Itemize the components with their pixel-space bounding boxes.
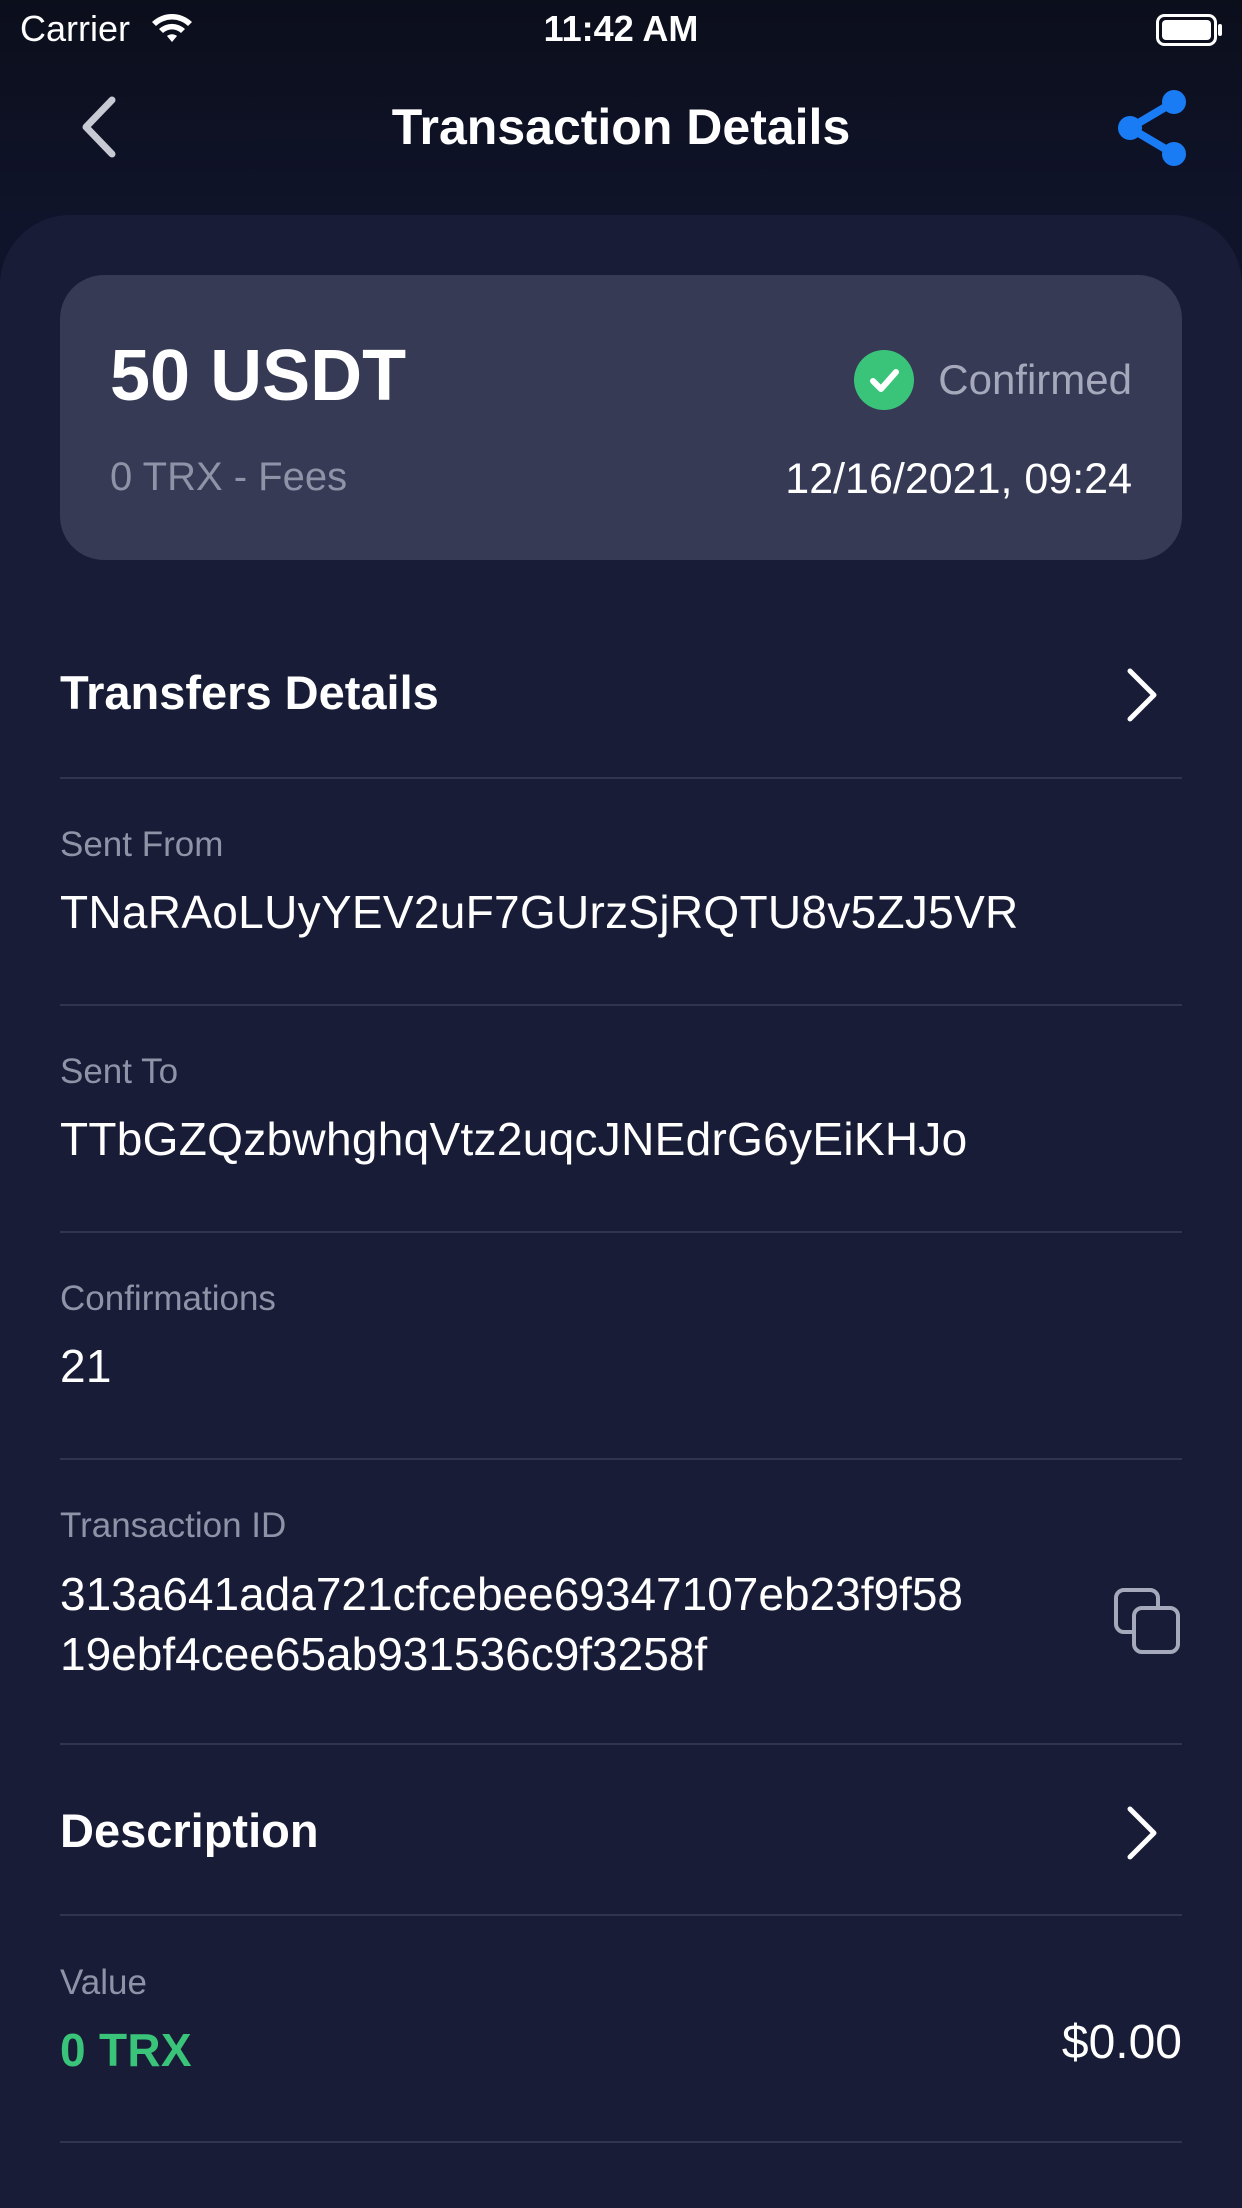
chevron-right-icon [1127, 668, 1157, 722]
sent-from-label: Sent From [60, 825, 224, 864]
description-heading: Description [60, 1804, 319, 1857]
confirmations-value: 21 [60, 1340, 112, 1392]
status-text: Confirmed [938, 356, 1132, 403]
divider [60, 1914, 1182, 1916]
details-sheet: 50 USDT 0 TRX - Fees Confirmed 12/16/202… [0, 215, 1242, 2208]
sent-to-address[interactable]: TTbGZQzbwhghqVtz2uqcJNEdrG6yEiKHJo [60, 1112, 1182, 1166]
transaction-fees: 0 TRX - Fees [110, 455, 348, 499]
transaction-date: 12/16/2021, 09:24 [785, 455, 1132, 503]
check-circle-icon [854, 350, 915, 410]
transfers-details-heading: Transfers Details [60, 666, 439, 719]
divider [60, 1458, 1182, 1460]
transaction-id-line: 313a641ada721cfcebee69347107eb23f9f58 [60, 1568, 963, 1620]
screen: Carrier 11:42 AM Transaction Details 50 … [0, 0, 1242, 2208]
value-label: Value [60, 1963, 147, 2002]
copy-icon[interactable] [1112, 1586, 1182, 1656]
transaction-id-row: Transaction ID 313a641ada721cfcebee69347… [60, 1506, 1182, 1696]
sent-to-row: Sent To TTbGZQzbwhghqVtz2uqcJNEdrG6yEiKH… [60, 1052, 1182, 1166]
description-row[interactable]: Description [60, 1803, 1182, 1883]
transaction-id-value[interactable]: 313a641ada721cfcebee69347107eb23f9f58 19… [60, 1564, 1100, 1684]
divider [60, 1743, 1182, 1745]
page-title: Transaction Details [391, 99, 851, 155]
summary-card: 50 USDT 0 TRX - Fees Confirmed 12/16/202… [60, 275, 1182, 560]
transaction-amount: 50 USDT [110, 336, 407, 416]
value-row: Value 0 TRX $0.00 [60, 1963, 1182, 2083]
value-crypto: 0 TRX [60, 2024, 192, 2076]
divider [60, 2141, 1182, 2143]
sent-to-label: Sent To [60, 1052, 179, 1091]
nav-bar: Transaction Details [0, 62, 1242, 192]
divider [60, 1231, 1182, 1233]
battery-icon [1156, 14, 1222, 46]
transfers-details-row[interactable]: Transfers Details [60, 665, 1182, 745]
share-icon[interactable] [1112, 88, 1192, 168]
sent-from-row: Sent From TNaRAoLUyYEV2uF7GUrzSjRQTU8v5Z… [60, 825, 1182, 939]
confirmations-label: Confirmations [60, 1279, 276, 1318]
status-badge: Confirmed [854, 349, 1132, 411]
confirmations-row: Confirmations 21 [60, 1279, 1182, 1393]
transaction-id-label: Transaction ID [60, 1506, 287, 1545]
sent-from-address[interactable]: TNaRAoLUyYEV2uF7GUrzSjRQTU8v5ZJ5VR [60, 885, 1182, 939]
chevron-right-icon [1127, 1806, 1157, 1860]
clock: 11:42 AM [543, 8, 699, 49]
divider [60, 777, 1182, 779]
value-fiat: $0.00 [1061, 2016, 1182, 2069]
status-bar: Carrier 11:42 AM [0, 0, 1242, 62]
divider [60, 1004, 1182, 1006]
transaction-id-line: 19ebf4cee65ab931536c9f3258f [60, 1628, 708, 1680]
